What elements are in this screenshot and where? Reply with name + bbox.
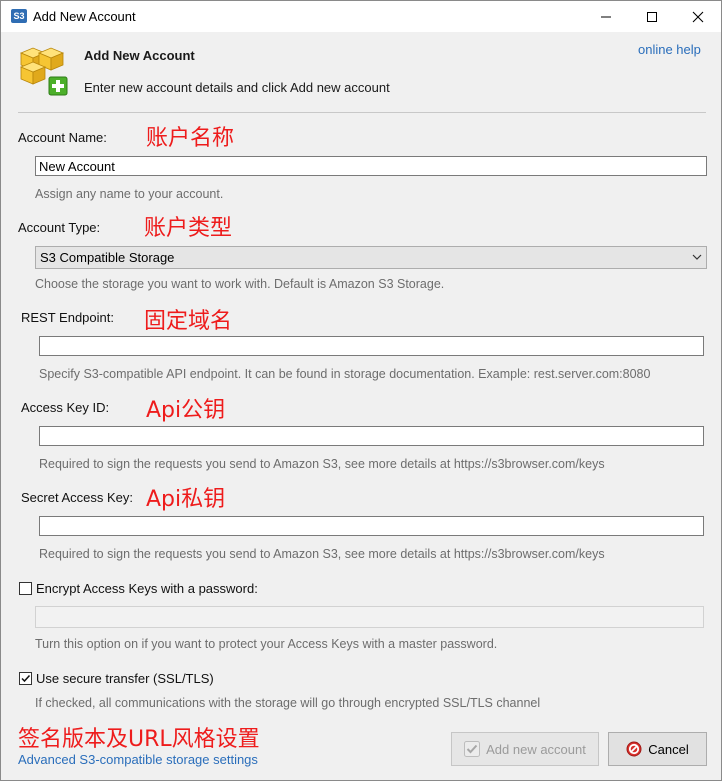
access-key-input[interactable] bbox=[39, 426, 704, 446]
minimize-icon bbox=[601, 16, 611, 17]
account-name-label: Account Name: bbox=[18, 130, 107, 145]
rest-endpoint-hint: Specify S3-compatible API endpoint. It c… bbox=[39, 367, 651, 381]
rest-endpoint-annotation: 固定域名 bbox=[144, 309, 233, 334]
checkmark-icon bbox=[464, 741, 481, 757]
cancel-icon bbox=[626, 741, 642, 757]
app-icon: S3 bbox=[11, 9, 27, 23]
close-icon bbox=[692, 11, 704, 22]
header-title: Add New Account bbox=[84, 48, 195, 63]
header-separator bbox=[18, 112, 706, 113]
secure-transfer-checkbox[interactable] bbox=[19, 672, 32, 685]
maximize-button[interactable] bbox=[629, 1, 675, 32]
account-name-input[interactable]: New Account bbox=[35, 156, 707, 176]
encrypt-password-input bbox=[35, 606, 704, 628]
cubes-add-icon bbox=[17, 45, 69, 100]
header-subtitle: Enter new account details and click Add … bbox=[84, 80, 390, 95]
advanced-annotation: 签名版本及URL风格设置 bbox=[18, 727, 260, 752]
online-help-link[interactable]: online help bbox=[638, 42, 701, 57]
rest-endpoint-label: REST Endpoint: bbox=[21, 310, 114, 325]
encrypt-hint: Turn this option on if you want to prote… bbox=[35, 637, 498, 651]
checkmark-icon bbox=[21, 674, 31, 683]
secret-key-annotation: Api私钥 bbox=[146, 487, 226, 512]
account-name-annotation: 账户名称 bbox=[146, 126, 235, 151]
window-title: Add New Account bbox=[33, 9, 136, 24]
access-key-annotation: Api公钥 bbox=[146, 398, 226, 423]
maximize-icon bbox=[647, 11, 657, 22]
chevron-down-icon bbox=[691, 251, 703, 266]
secret-key-label: Secret Access Key: bbox=[21, 490, 133, 505]
secure-transfer-hint: If checked, all communications with the … bbox=[35, 696, 541, 710]
cancel-button[interactable]: Cancel bbox=[608, 732, 707, 766]
access-key-hint: Required to sign the requests you send t… bbox=[39, 457, 605, 471]
account-type-select[interactable]: S3 Compatible Storage bbox=[35, 246, 707, 269]
add-account-label: Add new account bbox=[486, 741, 586, 757]
access-key-label: Access Key ID: bbox=[21, 400, 110, 415]
encrypt-label[interactable]: Encrypt Access Keys with a password: bbox=[36, 581, 258, 596]
account-name-hint: Assign any name to your account. bbox=[35, 187, 224, 201]
minimize-button[interactable] bbox=[583, 1, 629, 32]
advanced-settings-link[interactable]: Advanced S3-compatible storage settings bbox=[18, 752, 258, 767]
account-type-hint: Choose the storage you want to work with… bbox=[35, 277, 445, 291]
account-type-selected: S3 Compatible Storage bbox=[40, 250, 175, 265]
account-type-label: Account Type: bbox=[18, 220, 101, 235]
close-button[interactable] bbox=[675, 1, 721, 32]
rest-endpoint-input[interactable] bbox=[39, 336, 704, 356]
encrypt-checkbox[interactable] bbox=[19, 582, 32, 595]
secure-transfer-label[interactable]: Use secure transfer (SSL/TLS) bbox=[36, 671, 214, 686]
title-bar: S3 Add New Account bbox=[1, 1, 721, 32]
secret-key-input[interactable] bbox=[39, 516, 704, 536]
add-account-button[interactable]: Add new account bbox=[451, 732, 599, 766]
account-type-annotation: 账户类型 bbox=[144, 216, 233, 241]
secret-key-hint: Required to sign the requests you send t… bbox=[39, 547, 605, 561]
dialog-window: S3 Add New Account Add New Account Enter… bbox=[0, 0, 722, 781]
cancel-label: Cancel bbox=[648, 741, 689, 757]
